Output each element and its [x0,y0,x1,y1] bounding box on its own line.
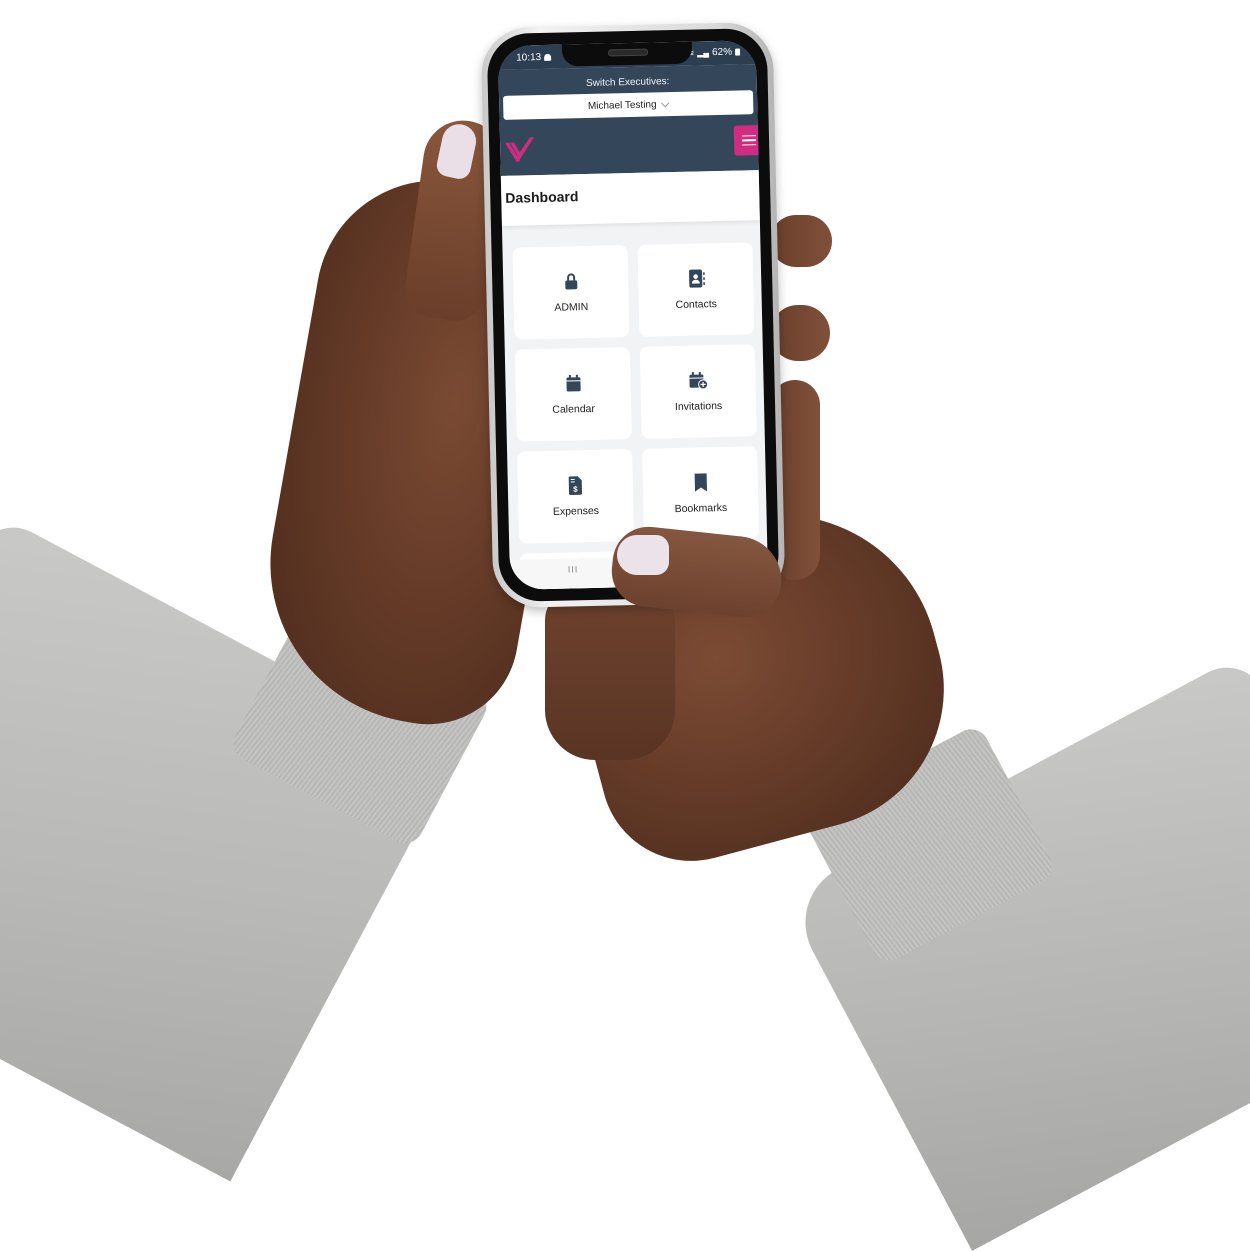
calendar-plus-icon [688,370,708,390]
tile-invitations[interactable]: Invitations [639,344,757,439]
svg-text:$: $ [573,485,578,494]
app-logo[interactable] [504,135,537,164]
speaker-grille [607,48,649,57]
calendar-icon [563,373,583,393]
left-fingers [545,590,675,760]
right-thumbnail [617,535,669,575]
recent-apps-button[interactable]: III [568,564,579,574]
page-title: Dashboard [505,188,579,206]
tile-contacts[interactable]: Contacts [637,242,755,337]
phone-device: 10:13 ≋ ▂▄ 62% Switch Executives: Michae… [480,21,786,609]
switch-executives-label: Switch Executives: [585,76,670,90]
phone-notch [561,41,693,67]
phone-bezel: 10:13 ≋ ▂▄ 62% Switch Executives: Michae… [486,27,780,603]
address-book-icon [685,268,705,288]
bookmark-icon [690,472,710,492]
tile-label: Bookmarks [674,501,728,516]
tile-admin[interactable]: ADMIN [512,245,630,340]
page-title-bar: Dashboard [500,170,760,226]
lock-icon [560,271,580,291]
tile-calendar[interactable]: Calendar [514,347,632,442]
tile-label: Expenses [552,504,600,518]
tile-expenses[interactable]: $ Expenses [517,449,635,544]
hamburger-menu-icon [741,134,756,137]
phone-screen: 10:13 ≋ ▂▄ 62% Switch Executives: Michae… [497,40,769,590]
selected-executive: Michael Testing [587,98,657,112]
tile-label: Invitations [674,400,723,414]
hamburger-line [742,143,757,146]
hamburger-line [742,139,757,142]
v-logo-icon [505,137,534,162]
battery-icon [734,48,741,56]
battery-percent: 62% [711,46,733,59]
tile-label: Contacts [675,298,718,312]
tile-label: Calendar [552,402,596,416]
hamburger-menu-button[interactable] [733,124,765,156]
right-finger [770,215,832,267]
executive-select[interactable]: Michael Testing [502,90,754,120]
app-header: Switch Executives: Michael Testing [498,64,765,176]
status-time: 10:13 [516,52,542,64]
signal-icon: ▂▄ [697,48,710,58]
invoice-dollar-icon: $ [565,475,585,495]
tile-bookmarks[interactable]: Bookmarks [642,446,760,541]
notification-bell-icon [544,53,552,61]
chevron-down-icon [661,98,670,107]
tile-label: ADMIN [554,301,589,314]
